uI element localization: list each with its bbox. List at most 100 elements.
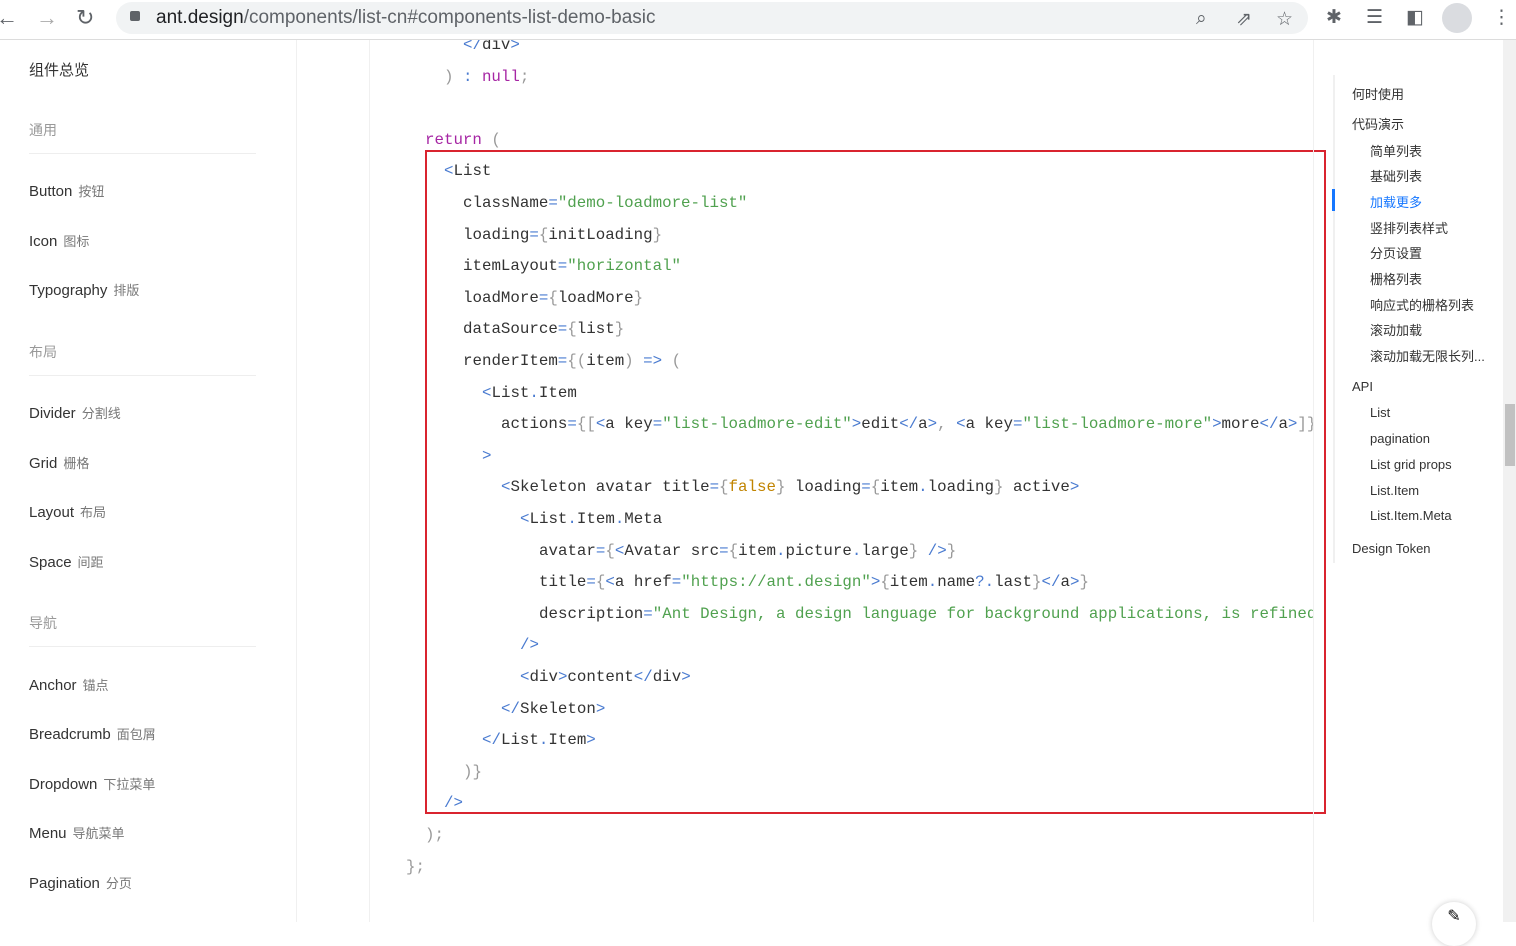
sidebar-item-label: Breadcrumb <box>29 726 111 743</box>
code-token-brace: ; <box>519 67 530 86</box>
sidebar-item-grid[interactable]: Grid 栅格 <box>29 453 89 472</box>
sidebar-item-cn-label: 按钮 <box>78 184 105 199</box>
code-token-tag: > <box>510 40 520 54</box>
sidebar-item-label: Divider <box>29 405 76 422</box>
code-line: }; <box>406 857 425 877</box>
sidebar-item-label: Space <box>29 554 72 571</box>
anchor-rail <box>1333 75 1335 563</box>
anchor-link[interactable]: 响应式的栅格列表 <box>1370 295 1474 314</box>
sidebar-item-cn-label: 间距 <box>77 555 104 570</box>
sidebar-group-title: 导航 <box>29 615 57 631</box>
anchor-link[interactable]: Design Token <box>1352 541 1431 556</box>
anchor-link[interactable]: 简单列表 <box>1370 141 1422 160</box>
code-token-kw: return <box>425 130 482 149</box>
reading-list-icon[interactable]: ☰ <box>1366 6 1383 29</box>
sidebar-item-label: Pagination <box>29 875 100 892</box>
sidebar-item-cn-label: 排版 <box>113 283 140 298</box>
sidebar-item-divider[interactable]: Divider 分割线 <box>29 403 121 422</box>
anchor-link[interactable]: List grid props <box>1370 457 1452 472</box>
anchor-link[interactable]: 竖排列表样式 <box>1370 218 1448 237</box>
sidebar-item-cn-label: 锚点 <box>82 678 109 693</box>
code-token-tag: : <box>462 67 482 86</box>
sidebar-divider <box>29 153 256 154</box>
extensions-icon[interactable]: ✱ <box>1326 6 1342 29</box>
address-bar[interactable]: ant.design/components/list-cn#components… <box>116 2 1308 34</box>
anchor-link[interactable]: pagination <box>1370 431 1430 446</box>
browser-toolbar: ← → ↻ ant.design/components/list-cn#comp… <box>0 0 1516 40</box>
code-line: return ( <box>425 130 501 150</box>
anchor-link[interactable]: 加载更多 <box>1370 192 1422 211</box>
code-token-brace: ) <box>444 67 463 86</box>
side-panel-icon[interactable]: ◧ <box>1406 6 1424 29</box>
anchor-link[interactable]: 滚动加载无限长列... <box>1370 346 1485 365</box>
sidebar-item-label: Layout <box>29 504 75 521</box>
reload-icon[interactable]: ↻ <box>76 5 94 31</box>
back-icon[interactable]: ← <box>0 5 18 31</box>
sidebar-item-menu[interactable]: Menu 导航菜单 <box>29 823 125 842</box>
theme-button[interactable]: ✎ <box>1432 902 1476 946</box>
sidebar-divider <box>29 375 256 376</box>
forward-icon[interactable]: → <box>36 5 58 31</box>
sidebar-item-layout[interactable]: Layout 布局 <box>29 502 106 521</box>
sidebar-item-typography[interactable]: Typography 排版 <box>29 280 139 299</box>
highlight-box <box>425 150 1326 814</box>
sidebar-overview[interactable]: 组件总览 <box>29 59 89 80</box>
code-line: ); <box>425 825 444 845</box>
sidebar-item-icon[interactable]: Icon 图标 <box>29 231 89 250</box>
sidebar-item-cn-label: 导航菜单 <box>72 826 125 841</box>
sidebar-item-space[interactable]: Space 间距 <box>29 552 104 571</box>
sidebar-item-button[interactable]: Button 按钮 <box>29 181 104 200</box>
zoom-icon[interactable]: ⌕ <box>1196 8 1207 30</box>
sidebar-item-cn-label: 分割线 <box>81 406 121 421</box>
url-text[interactable]: ant.design/components/list-cn#components… <box>156 7 656 29</box>
anchor-link[interactable]: List.Item <box>1370 483 1419 498</box>
anchor-link[interactable]: 代码演示 <box>1352 114 1404 133</box>
profile-icon[interactable] <box>1442 3 1472 33</box>
anchor-link[interactable]: 滚动加载 <box>1370 320 1422 339</box>
sidebar-item-label: Typography <box>29 282 108 299</box>
sidebar-divider <box>29 646 256 647</box>
url-host: ant.design <box>156 7 244 28</box>
sidebar-item-label: Button <box>29 183 73 200</box>
sidebar-item-breadcrumb[interactable]: Breadcrumb 面包屑 <box>29 724 156 743</box>
lock-icon[interactable] <box>130 11 140 21</box>
code-token-brace: }; <box>406 857 425 876</box>
sidebar-item-anchor[interactable]: Anchor 锚点 <box>29 675 109 694</box>
sidebar-item-label: Dropdown <box>29 776 98 793</box>
anchor-link[interactable]: 基础列表 <box>1370 166 1422 185</box>
anchor-active-indicator <box>1332 189 1335 211</box>
sidebar-item-label: Grid <box>29 455 58 472</box>
scrollbar-thumb[interactable] <box>1505 404 1515 466</box>
sidebar-item-label: Icon <box>29 233 58 250</box>
star-icon[interactable]: ☆ <box>1276 8 1293 31</box>
divider <box>1313 40 1314 922</box>
anchor-link[interactable]: 栅格列表 <box>1370 269 1422 288</box>
code-token-tag: </ <box>463 40 482 54</box>
sidebar-item-pagination[interactable]: Pagination 分页 <box>29 873 132 892</box>
share-icon[interactable]: ⇗ <box>1236 8 1252 31</box>
code-line: ) : null; <box>444 67 529 87</box>
sidebar-item-cn-label: 分页 <box>105 876 132 891</box>
sidebar-group-title: 通用 <box>29 122 57 138</box>
component-sidebar: 组件总览 通用 Button 按钮 Icon 图标 Typography 排版布局 Divid… <box>0 40 297 922</box>
url-path: /components/list-cn#components-list-demo… <box>243 7 656 28</box>
anchor-link[interactable]: List <box>1370 405 1390 420</box>
scrollbar[interactable] <box>1503 40 1516 922</box>
anchor-link[interactable]: API <box>1352 379 1373 394</box>
sidebar-item-dropdown[interactable]: Dropdown 下拉菜单 <box>29 774 155 793</box>
code-token-brace: ); <box>425 826 444 844</box>
sidebar-item-label: Anchor <box>29 677 77 694</box>
anchor-link[interactable]: 分页设置 <box>1370 243 1422 262</box>
anchor-link[interactable]: 何时使用 <box>1352 84 1404 103</box>
sidebar-item-cn-label: 面包屑 <box>116 727 156 742</box>
sidebar-item-cn-label: 布局 <box>80 505 107 520</box>
magic-icon: ✎ <box>1447 908 1461 925</box>
sidebar-item-cn-label: 下拉菜单 <box>103 777 156 792</box>
code-line: </div> <box>463 40 520 55</box>
sidebar-item-cn-label: 栅格 <box>63 456 90 471</box>
anchor-link[interactable]: List.Item.Meta <box>1370 508 1452 523</box>
sidebar-group-title: 布局 <box>29 344 57 360</box>
menu-icon[interactable]: ⋮ <box>1492 6 1511 29</box>
code-token-kw: null <box>481 67 520 86</box>
code-token-brace: ( <box>481 130 501 149</box>
